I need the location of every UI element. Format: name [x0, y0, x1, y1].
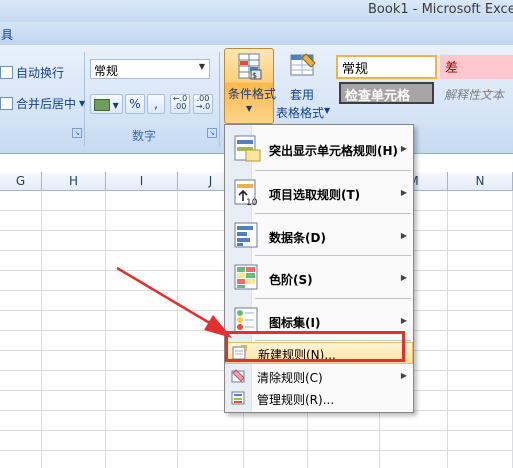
- dialog-launcher-icon[interactable]: ↘: [72, 128, 82, 138]
- color-scales-icon: [234, 264, 258, 290]
- chevron-down-icon: ▼: [324, 106, 331, 115]
- menu-item-top-bottom[interactable]: 10 项目选取规则(T) ▶: [225, 173, 413, 211]
- highlight-annotation-box: [225, 331, 405, 362]
- chevron-down-icon: ▼: [110, 101, 119, 110]
- conditional-format-menu: 突出显示单元格规则(H) ▶ 10 项目选取规则(T) ▶ 数据条(D) ▶ 色…: [224, 124, 414, 413]
- submenu-arrow-icon: ▶: [400, 144, 407, 153]
- submenu-arrow-icon: ▶: [400, 273, 407, 282]
- table-format-icon: [290, 53, 316, 76]
- style-check-cell[interactable]: 检查单元格: [339, 82, 434, 104]
- data-bars-icon: [234, 222, 258, 248]
- submenu-arrow-icon: ▶: [400, 188, 407, 197]
- currency-icon: [94, 98, 111, 111]
- clear-rules-icon: [231, 369, 245, 383]
- currency-button[interactable]: ▼: [90, 94, 123, 114]
- increase-decimal-button[interactable]: ←.0 .00: [170, 94, 190, 114]
- ribbon-tab-strip: 具: [0, 22, 513, 45]
- menu-item-label: 数据条(D): [269, 231, 326, 245]
- svg-text:10: 10: [246, 198, 258, 207]
- menu-item-label: 管理规则(R)...: [257, 393, 335, 407]
- menu-item-label: 突出显示单元格规则(H): [269, 144, 399, 158]
- group-separator: [219, 52, 220, 146]
- wrap-text-label: 自动换行: [16, 66, 65, 80]
- menu-item-data-bars[interactable]: 数据条(D) ▶: [225, 216, 413, 254]
- svg-text:$: $: [252, 71, 257, 80]
- tab-tools[interactable]: 具: [1, 26, 13, 43]
- format-table-label-line1: 套用: [290, 88, 315, 102]
- style-normal[interactable]: 常规: [336, 55, 437, 79]
- merge-center-icon: [0, 97, 13, 110]
- title-bar: Book1 - Microsoft Exce: [0, 0, 513, 22]
- merge-center-button[interactable]: 合并后居中 ▼: [0, 95, 85, 112]
- comma-button[interactable]: ,: [147, 94, 165, 114]
- conditional-format-icon: $: [238, 53, 262, 80]
- menu-separator: [255, 170, 411, 171]
- menu-item-highlight-cells[interactable]: 突出显示单元格规则(H) ▶: [225, 129, 413, 167]
- menu-item-label: 图标集(I): [269, 316, 321, 330]
- menu-item-label: 清除规则(C): [257, 371, 323, 385]
- conditional-format-button[interactable]: $ 条件格式 ▼: [224, 48, 277, 124]
- chevron-down-icon: ▼: [246, 104, 253, 113]
- menu-item-clear-rules[interactable]: 清除规则(C) ▶: [225, 365, 413, 387]
- highlight-cells-icon: [234, 135, 261, 162]
- number-format-value: 常规: [94, 64, 119, 78]
- submenu-arrow-icon: ▶: [400, 371, 407, 380]
- wrap-text-button[interactable]: 自动换行: [0, 64, 64, 81]
- menu-item-manage-rules[interactable]: 管理规则(R)...: [225, 387, 413, 409]
- column-header-n[interactable]: N: [448, 172, 513, 190]
- submenu-arrow-icon: ▶: [400, 316, 407, 325]
- gridline: [0, 450, 513, 451]
- merge-center-label: 合并后居中: [16, 97, 77, 111]
- percent-button[interactable]: %: [125, 94, 145, 114]
- menu-separator: [255, 213, 411, 214]
- menu-item-label: 项目选取规则(T): [269, 188, 361, 202]
- number-format-dropdown[interactable]: 常规 ▼: [90, 59, 210, 79]
- format-as-table-button[interactable]: 套用 表格格式 ▼: [276, 48, 331, 124]
- top-bottom-icon: 10: [234, 179, 258, 207]
- chevron-down-icon: ▼: [198, 62, 205, 71]
- window-title: Book1 - Microsoft Exce: [368, 2, 513, 17]
- number-group-label: 数字: [132, 129, 157, 143]
- gridline: [0, 430, 513, 431]
- menu-separator: [255, 255, 411, 256]
- conditional-format-label: 条件格式: [228, 87, 277, 101]
- column-header-i[interactable]: I: [106, 172, 178, 190]
- style-bad[interactable]: 差: [440, 55, 513, 79]
- menu-item-label: 色阶(S): [269, 273, 313, 287]
- chevron-down-icon: ▼: [79, 99, 86, 108]
- column-header-g[interactable]: G: [0, 172, 42, 190]
- submenu-arrow-icon: ▶: [400, 231, 407, 240]
- format-table-label-line2: 表格格式: [276, 106, 325, 120]
- dialog-launcher-icon[interactable]: ↘: [207, 128, 217, 138]
- menu-separator: [255, 298, 411, 299]
- manage-rules-icon: [231, 391, 245, 405]
- style-explanatory[interactable]: 解释性文本: [440, 84, 513, 106]
- decrease-decimal-button[interactable]: .00 →.0: [193, 94, 213, 114]
- wrap-text-icon: [0, 66, 13, 79]
- column-header-h[interactable]: H: [42, 172, 106, 190]
- menu-item-color-scales[interactable]: 色阶(S) ▶: [225, 258, 413, 296]
